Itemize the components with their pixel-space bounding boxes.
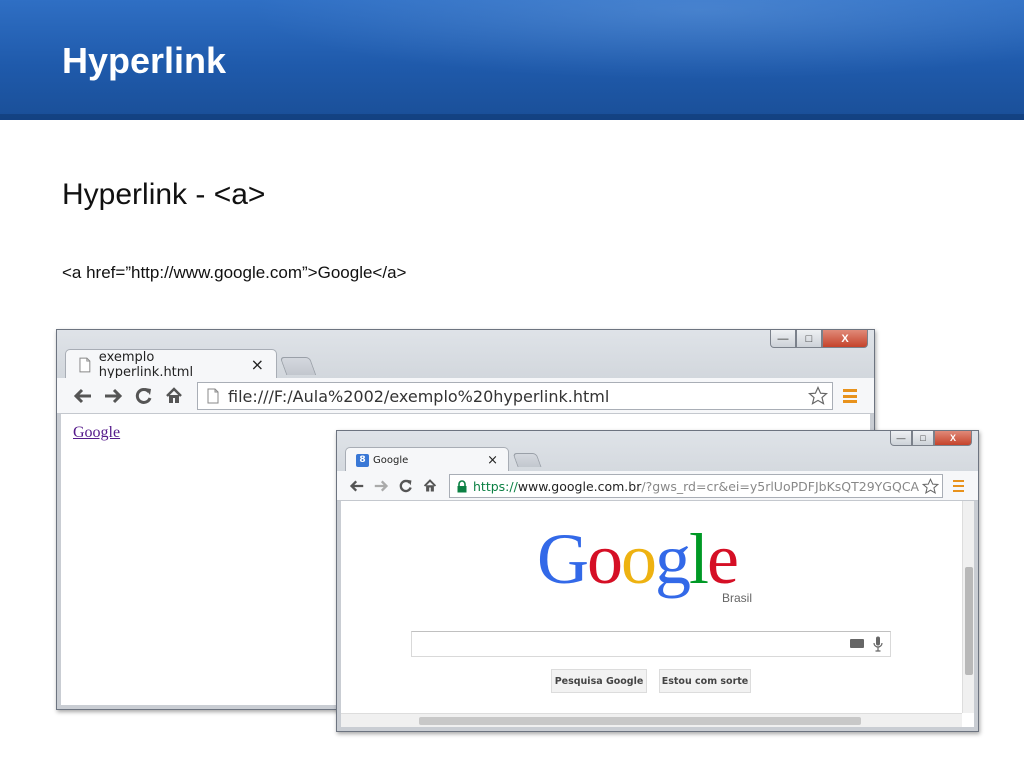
scrollbar-thumb[interactable]: [965, 567, 973, 675]
logo-country-label: Brasil: [722, 591, 753, 605]
browser-toolbar: https:// www.google.com.br /?gws_rd=cr&e…: [337, 471, 978, 501]
logo-letter-g2: g: [655, 519, 691, 599]
star-icon[interactable]: [808, 386, 828, 406]
back-arrow-icon[interactable]: [349, 479, 365, 493]
logo-letter-o1: o: [587, 519, 623, 599]
url-scheme: https://: [473, 478, 518, 494]
forward-arrow-icon[interactable]: [103, 387, 123, 405]
home-icon[interactable]: [165, 387, 183, 405]
reload-icon[interactable]: [399, 479, 413, 493]
tab-exemplo-hyperlink[interactable]: exemplo hyperlink.html ×: [65, 349, 277, 380]
tab-close-button[interactable]: ×: [487, 453, 498, 468]
star-icon[interactable]: [922, 478, 939, 495]
scrollbar-thumb[interactable]: [419, 717, 861, 725]
tab-title: exemplo hyperlink.html: [98, 349, 194, 380]
menu-icon[interactable]: [843, 389, 857, 403]
browser-window-google: — □ X 8 Google × https:// www.google.com…: [336, 430, 979, 732]
google-search-button[interactable]: Pesquisa Google: [551, 669, 647, 693]
page-content: Google Brasil Pesquisa Google Estou com …: [341, 501, 974, 727]
minimize-button[interactable]: —: [770, 330, 796, 348]
logo-letter-o2: o: [621, 519, 657, 599]
horizontal-scrollbar[interactable]: [341, 713, 962, 727]
new-tab-button[interactable]: [279, 357, 317, 375]
keyboard-icon[interactable]: [850, 639, 864, 648]
tab-google[interactable]: 8 Google ×: [345, 447, 509, 472]
close-window-button[interactable]: X: [934, 431, 972, 446]
vertical-scrollbar[interactable]: [962, 501, 974, 713]
google-search-input[interactable]: [411, 631, 891, 657]
window-controls: — □ X: [890, 431, 972, 446]
code-example: <a href=”http://www.google.com”>Google</…: [62, 263, 407, 282]
address-bar[interactable]: file:///F:/Aula%2002/exemplo%20hyperlink…: [197, 382, 833, 410]
forward-arrow-icon[interactable]: [373, 479, 389, 493]
microphone-icon[interactable]: [873, 636, 883, 652]
address-bar[interactable]: https:// www.google.com.br /?gws_rd=cr&e…: [449, 474, 943, 498]
slide-subtitle: Hyperlink - <a>: [62, 178, 266, 211]
minimize-button[interactable]: —: [890, 431, 912, 446]
tab-close-button[interactable]: ×: [251, 355, 264, 374]
maximize-button[interactable]: □: [796, 330, 822, 348]
new-tab-button[interactable]: [512, 453, 542, 467]
window-controls: — □ X: [770, 330, 868, 348]
google-hyperlink[interactable]: Google: [73, 424, 120, 442]
url-text: file:///F:/Aula%2002/exemplo%20hyperlink…: [228, 386, 610, 406]
home-icon[interactable]: [423, 479, 437, 493]
maximize-button[interactable]: □: [912, 431, 934, 446]
back-arrow-icon[interactable]: [73, 387, 93, 405]
slide: Hyperlink Hyperlink - <a> <a href=”http:…: [0, 0, 1024, 768]
browser-toolbar: file:///F:/Aula%2002/exemplo%20hyperlink…: [57, 378, 874, 414]
menu-icon[interactable]: [953, 480, 964, 492]
url-host: www.google.com.br: [517, 478, 642, 494]
reload-icon[interactable]: [135, 387, 153, 405]
header-band: Hyperlink: [0, 0, 1024, 120]
tab-title: Google: [373, 454, 409, 466]
close-window-button[interactable]: X: [822, 330, 868, 348]
url-path: /?gws_rd=cr&ei=y5rlUoPDFJbKsQT29YGQCA: [641, 478, 920, 494]
slide-title: Hyperlink: [62, 40, 227, 81]
logo-letter-e: e: [707, 519, 739, 599]
logo-letter-g: G: [537, 519, 589, 599]
feeling-lucky-button[interactable]: Estou com sorte: [659, 669, 751, 693]
logo-letter-l: l: [689, 519, 709, 599]
google-logo: Google: [537, 523, 739, 595]
google-favicon-icon: 8: [356, 453, 369, 467]
lock-icon: [457, 479, 467, 492]
page-icon: [79, 357, 91, 372]
page-icon: [207, 388, 219, 404]
